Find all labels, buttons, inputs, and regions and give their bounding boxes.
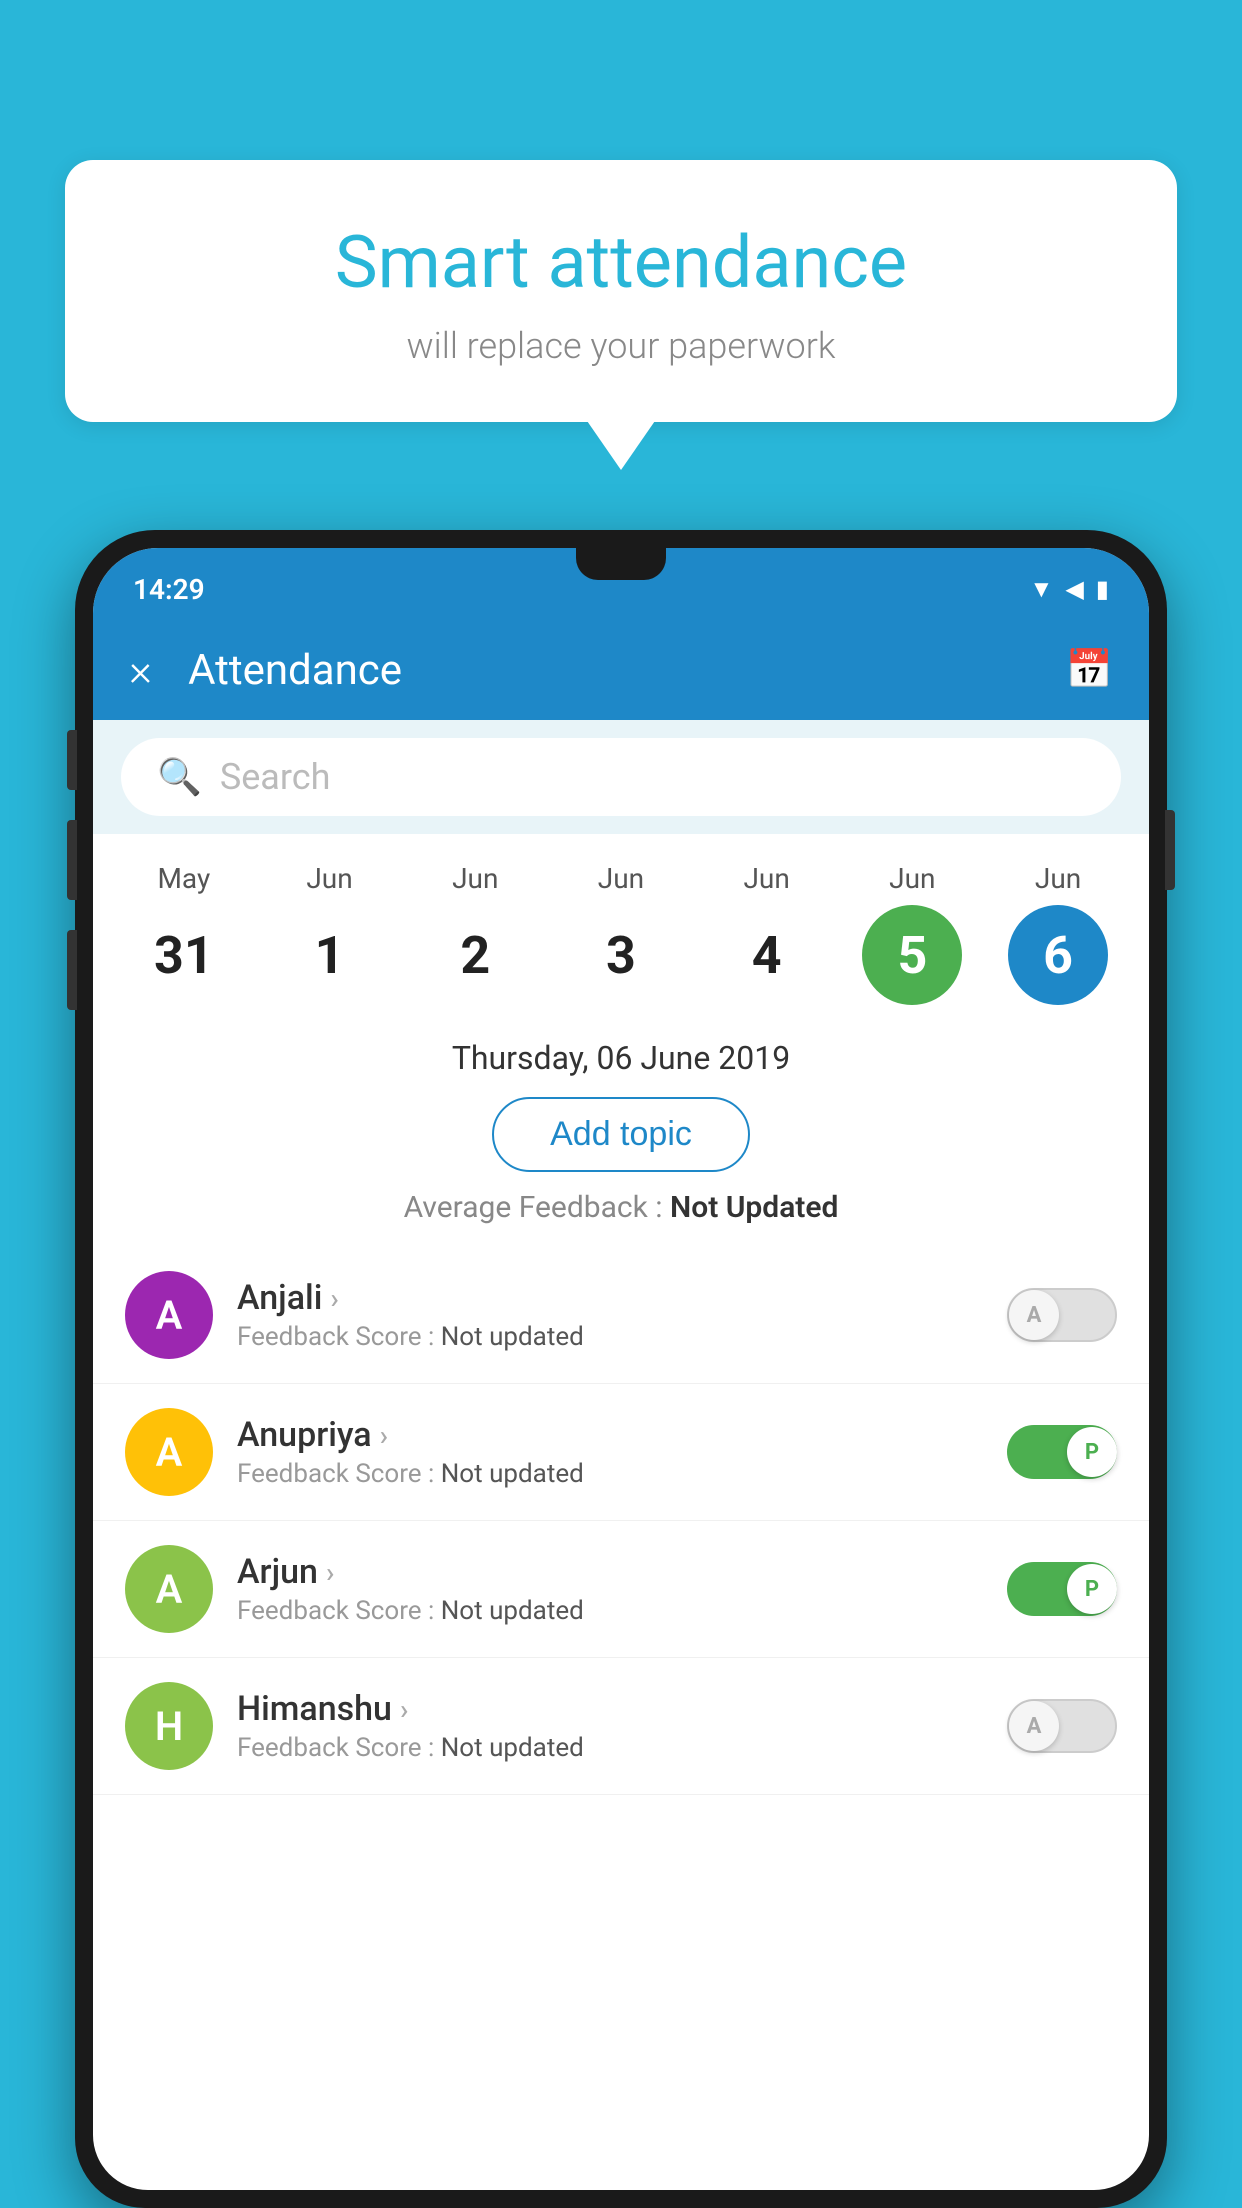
avg-feedback: Average Feedback : Not Updated: [93, 1190, 1149, 1247]
calendar-day-2[interactable]: Jun 2: [410, 862, 540, 1005]
app-title: Attendance: [188, 646, 1066, 695]
wifi-icon: ▼: [1030, 575, 1054, 604]
student-name-1: Anupriya ›: [237, 1415, 983, 1455]
avg-feedback-value: Not Updated: [670, 1190, 838, 1225]
chevron-icon-3: ›: [400, 1693, 408, 1726]
cal-date-0[interactable]: 31: [134, 905, 234, 1005]
cal-month-4: Jun: [743, 862, 789, 895]
feedback-value-2: Not updated: [441, 1596, 584, 1626]
add-topic-button[interactable]: Add topic: [492, 1097, 750, 1172]
student-info-3: Himanshu › Feedback Score : Not updated: [237, 1689, 983, 1763]
calendar-day-1[interactable]: Jun 1: [265, 862, 395, 1005]
close-button[interactable]: ×: [129, 644, 152, 696]
feedback-score-3: Feedback Score : Not updated: [237, 1733, 983, 1763]
student-info-1: Anupriya › Feedback Score : Not updated: [237, 1415, 983, 1489]
speech-bubble-wrapper: Smart attendance will replace your paper…: [65, 160, 1177, 422]
feedback-value-3: Not updated: [441, 1733, 584, 1763]
bubble-title: Smart attendance: [135, 220, 1107, 305]
cal-month-2: Jun: [452, 862, 498, 895]
toggle-knob-1: P: [1067, 1427, 1117, 1477]
phone-notch: [576, 548, 666, 580]
feedback-score-1: Feedback Score : Not updated: [237, 1459, 983, 1489]
status-time: 14:29: [133, 563, 205, 606]
avatar-1: A: [125, 1408, 213, 1496]
avg-feedback-label: Average Feedback :: [404, 1190, 670, 1225]
avatar-3: H: [125, 1682, 213, 1770]
cal-date-6[interactable]: 6: [1008, 905, 1108, 1005]
calendar-day-3[interactable]: Jun 3: [556, 862, 686, 1005]
status-icons: ▼ ◀ ▮: [1030, 565, 1109, 604]
toggle-knob-0: A: [1009, 1290, 1059, 1340]
attendance-toggle-0[interactable]: A: [1007, 1288, 1117, 1342]
cal-date-5[interactable]: 5: [862, 905, 962, 1005]
bubble-subtitle: will replace your paperwork: [135, 325, 1107, 367]
calendar-day-6[interactable]: Jun 6: [993, 862, 1123, 1005]
app-bar: × Attendance 📅: [93, 620, 1149, 720]
phone-screen: 14:29 ▼ ◀ ▮ × Attendance 📅 🔍 Search May 3…: [93, 548, 1149, 2190]
signal-icon: ◀: [1065, 575, 1083, 603]
student-item-0[interactable]: A Anjali › Feedback Score : Not updated A: [93, 1247, 1149, 1384]
side-button-left-3: [67, 930, 77, 1010]
toggle-knob-3: A: [1009, 1701, 1059, 1751]
student-name-0: Anjali ›: [237, 1278, 983, 1318]
student-name-2: Arjun ›: [237, 1552, 983, 1592]
cal-date-2[interactable]: 2: [425, 905, 525, 1005]
avatar-0: A: [125, 1271, 213, 1359]
chevron-icon-0: ›: [330, 1282, 338, 1315]
feedback-value-0: Not updated: [441, 1322, 584, 1352]
side-button-left-2: [67, 820, 77, 900]
chevron-icon-2: ›: [326, 1556, 334, 1589]
speech-bubble: Smart attendance will replace your paper…: [65, 160, 1177, 422]
phone-frame: 14:29 ▼ ◀ ▮ × Attendance 📅 🔍 Search May 3…: [75, 530, 1167, 2208]
calendar-day-5[interactable]: Jun 5: [847, 862, 977, 1005]
attendance-toggle-2[interactable]: P: [1007, 1562, 1117, 1616]
chevron-icon-1: ›: [380, 1419, 388, 1452]
cal-month-5: Jun: [889, 862, 935, 895]
feedback-score-0: Feedback Score : Not updated: [237, 1322, 983, 1352]
side-button-left-1: [67, 730, 77, 790]
attendance-toggle-1[interactable]: P: [1007, 1425, 1117, 1479]
selected-date-label: Thursday, 06 June 2019: [93, 1015, 1149, 1087]
toggle-knob-2: P: [1067, 1564, 1117, 1614]
student-item-1[interactable]: A Anupriya › Feedback Score : Not updated P: [93, 1384, 1149, 1521]
feedback-score-2: Feedback Score : Not updated: [237, 1596, 983, 1626]
student-item-3[interactable]: H Himanshu › Feedback Score : Not updated A: [93, 1658, 1149, 1795]
search-input[interactable]: Search: [220, 756, 331, 798]
cal-month-1: Jun: [306, 862, 352, 895]
cal-month-0: May: [157, 862, 210, 895]
student-list: AAnjali ›Feedback Score : Not updatedAAA…: [93, 1247, 1149, 1795]
feedback-value-1: Not updated: [441, 1459, 584, 1489]
search-bar[interactable]: 🔍 Search: [121, 738, 1121, 816]
student-info-0: Anjali › Feedback Score : Not updated: [237, 1278, 983, 1352]
attendance-toggle-3[interactable]: A: [1007, 1699, 1117, 1753]
side-button-right: [1165, 810, 1175, 890]
calendar-strip: May 31 Jun 1 Jun 2 Jun 3 Jun 4 Jun 5 Jun 6: [93, 834, 1149, 1015]
battery-icon: ▮: [1096, 575, 1109, 603]
calendar-day-4[interactable]: Jun 4: [702, 862, 832, 1005]
search-icon: 🔍: [157, 756, 202, 798]
cal-month-3: Jun: [598, 862, 644, 895]
cal-date-1[interactable]: 1: [280, 905, 380, 1005]
add-topic-wrapper: Add topic: [93, 1087, 1149, 1190]
calendar-day-0[interactable]: May 31: [119, 862, 249, 1005]
search-bar-wrapper: 🔍 Search: [93, 720, 1149, 834]
cal-month-6: Jun: [1035, 862, 1081, 895]
calendar-icon[interactable]: 📅: [1066, 648, 1113, 692]
student-name-3: Himanshu ›: [237, 1689, 983, 1729]
cal-date-3[interactable]: 3: [571, 905, 671, 1005]
cal-date-4[interactable]: 4: [717, 905, 817, 1005]
student-item-2[interactable]: A Arjun › Feedback Score : Not updated P: [93, 1521, 1149, 1658]
avatar-2: A: [125, 1545, 213, 1633]
student-info-2: Arjun › Feedback Score : Not updated: [237, 1552, 983, 1626]
